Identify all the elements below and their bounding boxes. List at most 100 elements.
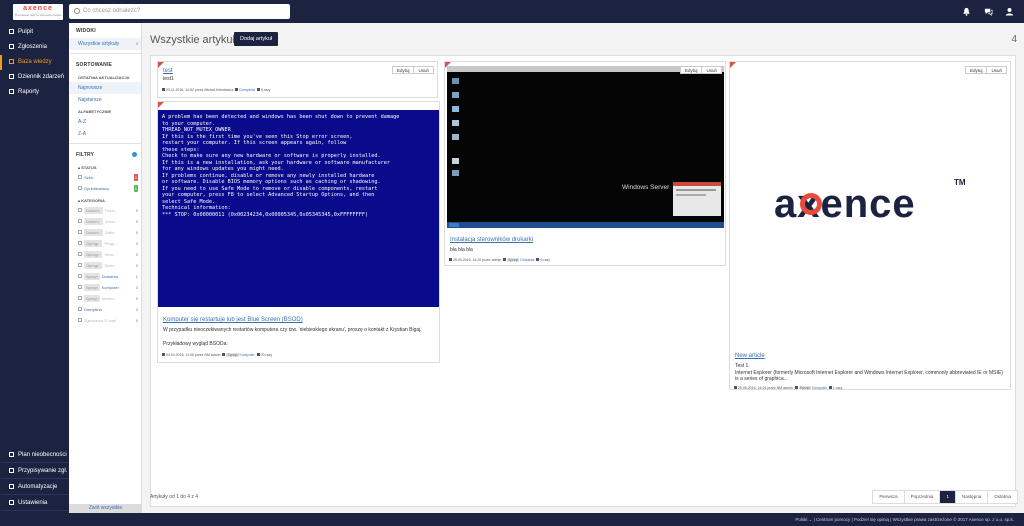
unpublished-marker	[158, 102, 164, 108]
bell-icon[interactable]	[962, 7, 971, 16]
pencil-icon	[162, 353, 165, 356]
search-input[interactable]: Co chcesz odnaleźć?	[69, 4, 290, 19]
article-card[interactable]: Edytuj Usuń axence TM New article Test 1.…	[729, 61, 1011, 390]
sidebar-bottom-item-1[interactable]: Przypisywanie zgł.	[0, 463, 69, 479]
delete-button[interactable]: Usuń	[701, 67, 721, 73]
article-card[interactable]: EdytujUsuń A problem has been detected a…	[157, 101, 440, 363]
user-icon[interactable]	[1005, 7, 1014, 16]
add-article-button[interactable]: Dodaj artykuł	[234, 32, 279, 46]
article-category[interactable]: Domyślna	[239, 88, 255, 92]
article-meta-text: 23.11.2016, 14:52 przez Michał Jeleniewi…	[166, 88, 234, 92]
category-filter[interactable]: Sprzęt Drukarka 1	[69, 271, 141, 282]
article-title[interactable]: Instalacja sterowników drukarki	[450, 236, 533, 244]
article-desc-2: Przykładowy wygląd BSODa:	[163, 341, 228, 347]
article-category[interactable]: Drukarka	[520, 258, 534, 262]
checkbox[interactable]	[78, 241, 82, 245]
assign-icon	[9, 468, 14, 473]
footer-links[interactable]: Polski ⌄ | Centrum pomocy | Podziel się …	[795, 516, 1014, 523]
checkbox[interactable]	[78, 307, 82, 311]
category-filter[interactable]: Oprogr.. Serw.. 0	[69, 249, 141, 260]
category-tag: Oprogr..	[84, 240, 103, 247]
sidebar-item-label: Przypisywanie zgł.	[18, 468, 68, 474]
article-title[interactable]: test	[163, 67, 173, 75]
article-card[interactable]: Edytuj Usuń test test1 23.11.2016, 14:52 …	[157, 61, 438, 98]
article-meta-text: 25.05.2016, 14:04 przez NM admin	[738, 386, 793, 390]
checkbox[interactable]	[78, 274, 82, 278]
page-first[interactable]: Pierwsza	[873, 491, 903, 503]
sidebar-item-label: Plan nieobecności	[18, 452, 67, 458]
category-label: Serw..	[104, 252, 116, 257]
category-filter[interactable]: Dokum.. Zamó.. 0	[69, 216, 141, 227]
sort-za[interactable]: Z-A	[69, 128, 141, 140]
article-views: 20 razy	[260, 353, 273, 357]
checkbox[interactable]	[78, 285, 82, 289]
checkbox[interactable]	[78, 318, 82, 322]
app-logo[interactable]: axence The fastest way to eliminate trou…	[13, 4, 63, 20]
checkbox[interactable]	[78, 263, 82, 267]
view-all-articles[interactable]: Wszystkie artykuły 4	[69, 38, 141, 50]
article-title[interactable]: Komputer się restartuje lub jest Blue Sc…	[163, 316, 303, 324]
category-label: Drukarka	[101, 274, 118, 279]
eye-icon	[828, 386, 832, 389]
sidebar-bottom-item-3[interactable]: Ustawienia	[0, 495, 69, 511]
top-bar: axence The fastest way to eliminate trou…	[0, 0, 1024, 23]
page-next[interactable]: Następna	[954, 491, 987, 503]
checkbox[interactable]	[78, 175, 82, 179]
sidebar-item-label: Raporty	[18, 89, 40, 95]
sidebar-bottom-item-2[interactable]: Automatyzacje	[0, 479, 69, 495]
articles-board: Edytuj Usuń test test1 23.11.2016, 14:52 …	[150, 55, 1016, 507]
bsod-line: *** STOP: 0x00000011 (0x00234234,0x00005…	[162, 211, 369, 218]
search-placeholder: Co chcesz odnaleźć?	[83, 8, 141, 14]
category-filter[interactable]: Domyślna 3	[69, 304, 141, 315]
category-filter[interactable]: Dokum.. Zaliw.. 0	[69, 227, 141, 238]
folder-icon	[235, 88, 239, 91]
page-current[interactable]: 1	[939, 491, 955, 503]
category-tag: Dokum..	[84, 218, 103, 225]
checkbox[interactable]	[78, 230, 82, 234]
category-header-label: KATEGORIA	[81, 198, 105, 203]
sidebar-item-1[interactable]: Zgłoszenia	[0, 40, 69, 55]
sort-oldest[interactable]: Najstarsze	[69, 94, 141, 106]
sort-recent-header: OSTATNIA AKTUALIZACJA	[78, 75, 130, 80]
sort-az[interactable]: A-Z	[69, 116, 141, 128]
checkbox[interactable]	[78, 219, 82, 223]
checkbox[interactable]	[78, 186, 82, 190]
checkbox[interactable]	[78, 208, 82, 212]
chat-icon[interactable]	[984, 7, 993, 16]
status-published[interactable]: Opublikowany 1	[69, 183, 141, 194]
category-filter[interactable]: Sprzęt Monitor 0	[69, 293, 141, 304]
category-filter[interactable]: Oprogr.. Syste.. 0	[69, 260, 141, 271]
article-card[interactable]: Windows Server Edytuj Usuń Instalacja ste…	[444, 61, 726, 266]
article-title[interactable]: New article	[735, 352, 765, 360]
edit-button[interactable]: Edytuj	[393, 67, 414, 73]
sidebar-item-3[interactable]: Dziennik zdarzeń	[0, 70, 69, 85]
page-last[interactable]: Ostatnia	[987, 491, 1017, 503]
article-tag: Sprzęt	[226, 353, 239, 357]
sidebar-bottom-item-0[interactable]: Plan nieobecności	[0, 447, 69, 463]
windows-server-label: Windows Server	[622, 184, 670, 191]
collapse-all-button[interactable]: Zwiń wszystkie	[69, 504, 142, 513]
checkbox[interactable]	[78, 252, 82, 256]
status-draft[interactable]: Szkic 0	[69, 172, 141, 183]
sidebar-item-2[interactable]: Baza wiedzy	[0, 55, 69, 70]
checkbox[interactable]	[78, 296, 82, 300]
edit-button[interactable]: Edytuj	[681, 67, 702, 73]
sort-newest[interactable]: Najnowsze	[69, 82, 141, 94]
page-prev[interactable]: Poprzednia	[903, 491, 940, 503]
delete-button[interactable]: Usuń	[413, 67, 433, 73]
article-category[interactable]: Komputer	[239, 353, 254, 357]
category-filter[interactable]: Oprogr.. Progr.. 0	[69, 238, 141, 249]
status-draft-count: 0	[133, 174, 138, 181]
article-desc: Test 1.	[735, 363, 750, 369]
category-filter[interactable]: Zgłoszenia E-mail 0	[69, 315, 141, 326]
info-icon[interactable]	[132, 152, 137, 157]
sidebar-item-0[interactable]: Pulpit	[0, 25, 69, 40]
article-meta-text: 28.09.2016, 14:20 przez admin	[453, 258, 502, 262]
article-category[interactable]: Komputer	[812, 386, 827, 390]
article-meta: 04.04.2016, 11:06 przez NM admin Sprzęt …	[162, 352, 272, 358]
category-filter[interactable]: Sprzęt Komputer 3	[69, 282, 141, 293]
sidebar-item-4[interactable]: Raporty	[0, 85, 69, 100]
view-all-articles-label: Wszystkie artykuły	[78, 41, 120, 47]
category-filter[interactable]: Dokum.. Faktu.. 0	[69, 205, 141, 216]
filters-header-label: FILTRY	[76, 152, 95, 158]
